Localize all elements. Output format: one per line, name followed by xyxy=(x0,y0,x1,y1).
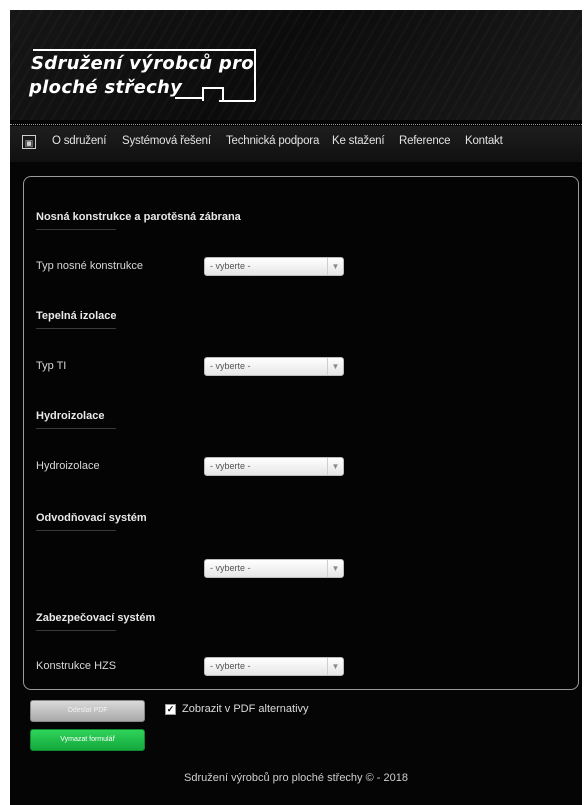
section-title-zabezpecovaci-system: Zabezpečovací systém xyxy=(36,612,156,624)
nav-item-o-sdruzeni[interactable]: O sdružení xyxy=(52,135,106,147)
select-value: - vyberte - xyxy=(210,461,251,471)
section-title-tepelna-izolace: Tepelná izolace xyxy=(36,310,117,322)
section-divider xyxy=(36,630,116,631)
select-value: - vyberte - xyxy=(210,361,251,371)
logo-line2: ploché střechy xyxy=(29,77,183,98)
reset-form-button[interactable]: Vymazat formulář xyxy=(30,729,145,751)
select-value: - vyberte - xyxy=(210,261,251,271)
chevron-down-icon: ▼ xyxy=(327,358,343,375)
send-pdf-button[interactable]: Odeslat PDF xyxy=(30,700,145,722)
select-konstrukce-hzs[interactable]: - vyberte - ▼ xyxy=(204,657,344,676)
label-hydroizolace: Hydroizolace xyxy=(36,460,100,472)
label-typ-ti: Typ TI xyxy=(36,360,67,372)
main-nav: ▣ O sdružení Systémová řešení Technická … xyxy=(10,126,582,162)
nav-item-ke-stazeni[interactable]: Ke stažení xyxy=(332,135,385,147)
label-konstrukce-hzs: Konstrukce HZS xyxy=(36,660,117,672)
nav-item-systemova-reseni[interactable]: Systémová řešení xyxy=(122,135,211,147)
section-divider xyxy=(36,530,116,531)
show-alternatives-label: Zobrazit v PDF alternativy xyxy=(182,703,309,715)
section-divider xyxy=(36,229,116,230)
select-value: - vyberte - xyxy=(210,661,251,671)
nav-item-technicka-podpora[interactable]: Technická podpora xyxy=(226,135,319,147)
configurator-form: Nosná konstrukce a parotěsná zábrana Typ… xyxy=(23,176,579,690)
section-divider xyxy=(36,428,116,429)
logo-step xyxy=(202,87,224,101)
chevron-down-icon: ▼ xyxy=(327,258,343,275)
logo-frame-bottom xyxy=(219,100,255,102)
pdf-document-icon[interactable]: ▣ xyxy=(22,135,36,149)
section-title-nosna-konstrukce: Nosná konstrukce a parotěsná zábrana xyxy=(36,211,241,223)
logo-frame-top xyxy=(33,49,255,51)
logo-frame-right xyxy=(254,49,256,101)
select-typ-nosne-konstrukce[interactable]: - vyberte - ▼ xyxy=(204,257,344,276)
show-alternatives-checkbox[interactable]: ✓ xyxy=(165,704,176,715)
site-header: Sdružení výrobců pro ploché střechy xyxy=(10,10,582,120)
chevron-down-icon: ▼ xyxy=(327,658,343,675)
section-title-hydroizolace: Hydroizolace xyxy=(36,410,105,422)
footer-copyright: Sdružení výrobců pro ploché střechy © - … xyxy=(184,772,408,784)
site-logo[interactable]: Sdružení výrobců pro ploché střechy xyxy=(25,47,256,103)
label-typ-nosne-konstrukce: Typ nosné konstrukce xyxy=(36,260,144,272)
nav-divider xyxy=(10,124,582,125)
nav-item-reference[interactable]: Reference xyxy=(399,135,450,147)
select-value: - vyberte - xyxy=(210,563,251,573)
select-typ-ti[interactable]: - vyberte - ▼ xyxy=(204,357,344,376)
select-odvodnovaci-system[interactable]: - vyberte - ▼ xyxy=(204,559,344,578)
nav-item-kontakt[interactable]: Kontakt xyxy=(465,135,503,147)
chevron-down-icon: ▼ xyxy=(327,458,343,475)
logo-line1: Sdružení výrobců pro xyxy=(31,53,254,74)
section-title-odvodnovaci-system: Odvodňovací systém xyxy=(36,512,147,524)
chevron-down-icon: ▼ xyxy=(327,560,343,577)
section-divider xyxy=(36,328,116,329)
select-hydroizolace[interactable]: - vyberte - ▼ xyxy=(204,457,344,476)
page: Sdružení výrobců pro ploché střechy ▣ O … xyxy=(10,10,582,805)
